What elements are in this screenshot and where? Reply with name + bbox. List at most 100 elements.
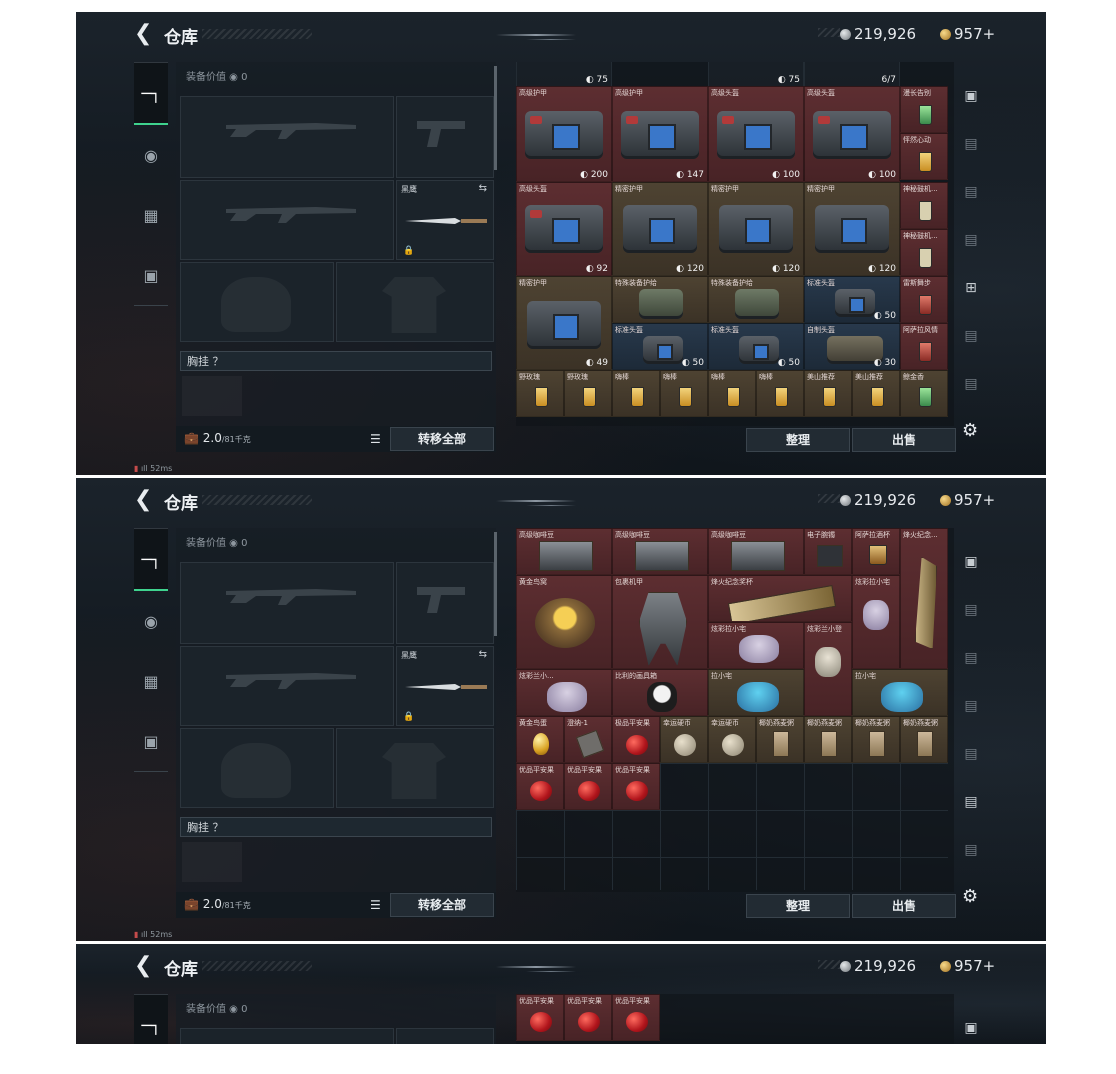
safe-box-icon[interactable]: ▣: [956, 72, 986, 120]
item-drink[interactable]: 鲸金香: [900, 370, 948, 417]
armor-tab-icon[interactable]: ▦: [134, 651, 168, 711]
secondary-weapon-slot[interactable]: [396, 1028, 494, 1044]
item-drink[interactable]: 漫长告别: [900, 86, 948, 133]
melee-slot[interactable]: 黑鹰 ⇆ 🔒: [396, 646, 494, 726]
item-apple[interactable]: 优品平安果: [516, 763, 564, 810]
item-standard-helmet[interactable]: 标准头盔 ◐ 50: [708, 323, 804, 370]
sort-button[interactable]: 整理: [746, 428, 850, 452]
back-arrow-icon[interactable]: ❮: [134, 487, 152, 512]
item-figure[interactable]: 炫彩拉小宅: [852, 575, 900, 669]
gold-currency[interactable]: 957+: [940, 491, 995, 509]
container-lv-icon[interactable]: ▤: [956, 730, 986, 778]
armor-slot[interactable]: [336, 728, 494, 808]
gold-currency[interactable]: 957+: [940, 25, 995, 43]
item-billy-box[interactable]: 比利的画具箱: [612, 669, 708, 716]
item-figure[interactable]: 炫彩兰小登: [804, 622, 852, 716]
sell-button[interactable]: 出售: [852, 894, 956, 918]
item-standard-helmet[interactable]: 标准头盔 ◐ 50: [804, 276, 900, 323]
item-apple[interactable]: 极品平安果: [612, 716, 660, 763]
item-oatmeal[interactable]: 椰奶燕麦粥: [756, 716, 804, 763]
chest-rig-slot[interactable]: 胸挂 ？: [180, 351, 492, 371]
item-trophy[interactable]: 烽火纪念...: [900, 528, 948, 669]
item-advanced-armor[interactable]: 高级护甲 ◐ 147: [612, 86, 708, 182]
item-figure[interactable]: 拉小宅: [852, 669, 948, 716]
primary-weapon-slot[interactable]: [180, 1028, 394, 1044]
weapon-tab-icon[interactable]: ─┐: [134, 994, 168, 1044]
item-mech[interactable]: 包裹机甲: [612, 575, 708, 669]
item-standard-helmet[interactable]: 标准头盔 ◐ 50: [612, 323, 708, 370]
item-drink[interactable]: 怦然心动: [900, 133, 948, 180]
container-lv-icon[interactable]: ▤: [956, 826, 986, 874]
item-special-supply[interactable]: 特殊装备护给: [708, 276, 804, 323]
sell-button[interactable]: 出售: [852, 428, 956, 452]
item-misc[interactable]: 神秘鼓机...: [900, 229, 948, 276]
list-icon[interactable]: ☰: [370, 432, 381, 446]
sort-button[interactable]: 整理: [746, 894, 850, 918]
item-drink[interactable]: 嗨棒: [756, 370, 804, 417]
item-card[interactable]: 澄纳-1: [564, 716, 612, 763]
item-drink[interactable]: 阿萨拉风情: [900, 323, 948, 370]
add-container-icon[interactable]: ⊞: [956, 264, 986, 312]
item-wine-cup[interactable]: 阿萨拉酒杯: [852, 528, 900, 575]
item-special-supply[interactable]: 特殊装备护给: [612, 276, 708, 323]
item-oatmeal[interactable]: 椰奶燕麦粥: [804, 716, 852, 763]
primary-weapon-slot-2[interactable]: [180, 180, 394, 260]
item-apple[interactable]: 优品平安果: [612, 994, 660, 1041]
item-apple[interactable]: 优品平安果: [564, 763, 612, 810]
item-drink[interactable]: 野玫瑰: [564, 370, 612, 417]
container-lv-icon[interactable]: ▤: [956, 120, 986, 168]
weapon-tab-icon[interactable]: ─┐: [134, 62, 168, 125]
item-oatmeal[interactable]: 椰奶燕麦粥: [900, 716, 948, 763]
backpack-tab-icon[interactable]: ▣: [134, 711, 168, 772]
item-coffee-beans[interactable]: 高级咖啡豆: [708, 528, 804, 575]
item-oatmeal[interactable]: 椰奶燕麦粥: [852, 716, 900, 763]
settings-gear-icon[interactable]: ⚙: [962, 420, 978, 441]
item-apple[interactable]: 优品平安果: [612, 763, 660, 810]
safe-box-icon[interactable]: ▣: [956, 1004, 986, 1044]
item-figure[interactable]: 拉小宅: [708, 669, 804, 716]
primary-weapon-slot[interactable]: [180, 96, 394, 178]
helmet-slot[interactable]: [180, 262, 334, 342]
item-drink[interactable]: 嗨棒: [660, 370, 708, 417]
back-arrow-icon[interactable]: ❮: [134, 21, 152, 46]
back-arrow-icon[interactable]: ❮: [134, 953, 152, 978]
container-lv-icon[interactable]: ▤: [956, 586, 986, 634]
item-precision-armor[interactable]: 精密护甲 ◐ 120: [612, 182, 708, 276]
melee-slot[interactable]: 黑鹰 ⇆ 🔒: [396, 180, 494, 260]
helmet-tab-icon[interactable]: ◉: [134, 591, 168, 651]
armor-slot[interactable]: [336, 262, 494, 342]
swap-icon[interactable]: ⇆: [479, 649, 487, 660]
item-precision-armor[interactable]: 精密护甲 ◐ 120: [804, 182, 900, 276]
item-trophy-cup[interactable]: 烽火纪念奖杯: [708, 575, 852, 622]
swap-icon[interactable]: ⇆: [479, 183, 487, 194]
item-coffee-beans[interactable]: 高级咖啡豆: [516, 528, 612, 575]
chest-rig-slot[interactable]: 胸挂 ？: [180, 817, 492, 837]
container-lv-icon[interactable]: ▤: [956, 216, 986, 264]
container-lv-icon[interactable]: ▤: [956, 634, 986, 682]
item-drink[interactable]: 美山推荐: [852, 370, 900, 417]
item-apple[interactable]: 优品平安果: [564, 994, 612, 1041]
stash-cell[interactable]: ◐ 75: [708, 62, 804, 87]
item-precision-armor[interactable]: 精密护甲 ◐ 49: [516, 276, 612, 370]
item-figure[interactable]: 炫彩兰小...: [516, 669, 612, 716]
item-golden-nest[interactable]: 黄金鸟窝: [516, 575, 612, 669]
stash-cell[interactable]: 6/7: [804, 62, 900, 87]
item-advanced-helmet[interactable]: 高级头盔 ◐ 100: [804, 86, 900, 182]
item-advanced-armor[interactable]: 高级护甲 ◐ 200: [516, 86, 612, 182]
helmet-tab-icon[interactable]: ◉: [134, 125, 168, 185]
item-drink[interactable]: 嗨棒: [612, 370, 660, 417]
item-drink[interactable]: 雷斯舞步: [900, 276, 948, 323]
container-lv-icon[interactable]: ▤: [956, 312, 986, 360]
primary-weapon-slot[interactable]: [180, 562, 394, 644]
item-coin[interactable]: 幸运硬币: [708, 716, 756, 763]
transfer-all-button[interactable]: 转移全部: [390, 427, 494, 451]
item-advanced-helmet[interactable]: 高级头盔 ◐ 92: [516, 182, 612, 276]
list-icon[interactable]: ☰: [370, 898, 381, 912]
safe-box-icon[interactable]: ▣: [956, 538, 986, 586]
weapon-tab-icon[interactable]: ─┐: [134, 528, 168, 591]
container-active-icon[interactable]: ▤: [956, 778, 986, 826]
item-advanced-helmet[interactable]: 高级头盔 ◐ 100: [708, 86, 804, 182]
backpack-tab-icon[interactable]: ▣: [134, 245, 168, 306]
item-misc[interactable]: 神秘鼓机...: [900, 182, 948, 229]
container-lv-icon[interactable]: ▤: [956, 360, 986, 408]
